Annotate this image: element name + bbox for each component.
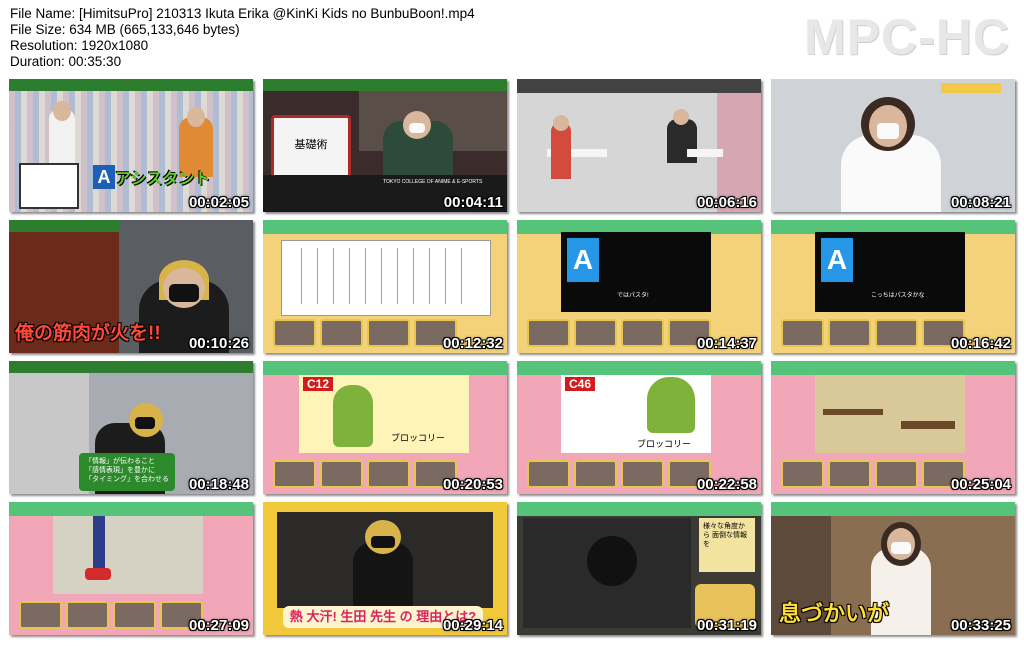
subtitle: こっちはパスタかな [871, 293, 925, 299]
file-size: File Size: 634 MB (665,133,646 bytes) [10, 22, 240, 37]
timestamp: 00:22:58 [696, 476, 757, 493]
timestamp: 00:04:11 [443, 194, 503, 211]
thumbnail-9[interactable]: 「情報」が伝わること 「感情表現」を豊かに 「タイミング」を合わせる 00:18… [9, 361, 253, 494]
timestamp: 00:20:53 [442, 476, 503, 493]
caption: 俺の筋肉が火を!! [15, 323, 161, 344]
caption: TOKYO COLLEGE OF ANIME & E-SPORTS [383, 179, 483, 185]
participant-row [19, 601, 203, 629]
timestamp: 00:27:09 [188, 617, 249, 634]
thumbnail-16[interactable]: 息づかいが 00:33:25 [771, 502, 1015, 635]
resolution: Resolution: 1920x1080 [10, 38, 149, 53]
thumbnail-14[interactable]: 熱 大汗! 生田 先生 の 理由とは? 00:29:14 [263, 502, 507, 635]
letter-badge: A [567, 238, 599, 282]
checklist-item: 「情報」が伝わること [85, 458, 155, 465]
timestamp: 00:29:14 [442, 617, 503, 634]
timestamp: 00:33:25 [950, 617, 1011, 634]
thumbnail-4[interactable]: 00:08:21 [771, 79, 1015, 212]
timestamp: 00:06:16 [696, 194, 757, 211]
timestamp: 00:02:05 [188, 194, 249, 211]
thumbnail-11[interactable]: C46 ブロッコリー 00:22:58 [517, 361, 761, 494]
thumbnail-2[interactable]: 基礎術 TOKYO COLLEGE OF ANIME & E-SPORTS 00… [263, 79, 507, 212]
checklist: 「情報」が伝わること 「感情表現」を豊かに 「タイミング」を合わせる [85, 457, 169, 484]
caption: アシスタント [115, 171, 211, 188]
note: 様々な角度から 面倒な情報を [699, 518, 755, 572]
thumbnail-10[interactable]: C12 ブロッコリー 00:20:53 [263, 361, 507, 494]
file-info: File Name: [HimitsuPro] 210313 Ikuta Eri… [10, 6, 475, 70]
letter-badge: A [93, 165, 115, 189]
cut-number: C46 [565, 377, 595, 391]
timestamp: 00:10:26 [188, 335, 249, 352]
thumbnail-13[interactable]: 00:27:09 [9, 502, 253, 635]
sign-board: 基礎術 [271, 115, 351, 181]
thumbnail-8[interactable]: A こっちはパスタかな 00:16:42 [771, 220, 1015, 353]
participant-row [781, 319, 965, 347]
letter-badge: A [821, 238, 853, 282]
checklist-item: 「感情表現」を豊かに [85, 467, 155, 474]
participant-row [527, 460, 711, 488]
thumbnail-12[interactable]: 00:25:04 [771, 361, 1015, 494]
timestamp: 00:31:19 [696, 617, 757, 634]
label: ブロッコリー [637, 439, 692, 449]
participant-row [273, 319, 457, 347]
participant-row [781, 460, 965, 488]
thumbnail-3[interactable]: 00:06:16 [517, 79, 761, 212]
thumbnail-5[interactable]: 俺の筋肉が火を!! 00:10:26 [9, 220, 253, 353]
caption: 息づかいが [779, 601, 890, 626]
checklist-item: 「タイミング」を合わせる [85, 476, 169, 483]
label: ブロッコリー [391, 433, 446, 443]
thumbnail-1[interactable]: A アシスタント 00:02:05 [9, 79, 253, 212]
file-name: File Name: [HimitsuPro] 210313 Ikuta Eri… [10, 6, 475, 21]
thumbnail-15[interactable]: 様々な角度から 面倒な情報を 00:31:19 [517, 502, 761, 635]
thumbnail-7[interactable]: A ではパスタ! 00:14:37 [517, 220, 761, 353]
duration: Duration: 00:35:30 [10, 54, 122, 69]
timestamp: 00:25:04 [950, 476, 1011, 493]
participant-row [527, 319, 711, 347]
subtitle: ではパスタ! [617, 293, 649, 299]
timestamp: 00:18:48 [188, 476, 249, 493]
mpc-hc-logo: MPC-HC [804, 9, 1010, 65]
timestamp: 00:12:32 [442, 335, 503, 352]
participant-row [273, 460, 457, 488]
cut-number: C12 [303, 377, 333, 391]
thumbnail-6[interactable]: 00:12:32 [263, 220, 507, 353]
timestamp: 00:08:21 [950, 194, 1011, 211]
timestamp: 00:16:42 [950, 335, 1011, 352]
thumbnail-grid: A アシスタント 00:02:05 基礎術 TOKYO COLLEGE OF A… [9, 79, 1015, 641]
timestamp: 00:14:37 [696, 335, 757, 352]
